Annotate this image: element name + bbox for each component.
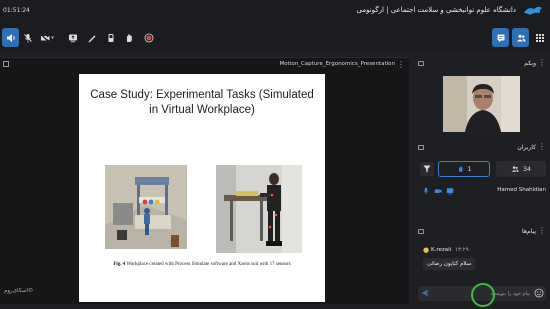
draw-icon: [88, 35, 95, 42]
users-panel: کاربران ⋮ 1 34 Hamed Shahidian: [414, 141, 550, 218]
chat-panel-title: پیام‌ها: [521, 228, 536, 235]
chat-panel-toggle-icon[interactable]: [418, 229, 424, 234]
skyroom-watermark: ©اسکای‌روم: [4, 288, 34, 294]
share-screen-icon: [68, 34, 77, 42]
layout-button[interactable]: [531, 28, 548, 47]
clear-button[interactable]: [102, 28, 119, 47]
chat-message: ● K.rezaii ۱۳:۲۹ سلام کتایون رضائی: [414, 245, 550, 285]
draw-button[interactable]: [83, 28, 100, 47]
presentation-file-name: Motion_Capture_Ergonomics_Presentation: [279, 61, 395, 67]
emoji-icon[interactable]: [534, 288, 544, 298]
clear-icon: [108, 33, 113, 42]
webcam-panel: وبکم ⋮: [414, 57, 550, 139]
speaker-icon: [6, 33, 15, 42]
raise-hand-icon: [126, 33, 132, 42]
slide-title-line-1: Case Study: Experimental Tasks (Simulate…: [90, 89, 314, 101]
mic-button[interactable]: [19, 28, 36, 47]
filter-icon: [423, 165, 431, 173]
figure-caption: Fig. 4 Workplace created with Process Si…: [79, 262, 325, 267]
users-icon: [511, 166, 519, 172]
presenter-icon[interactable]: [446, 187, 454, 195]
xsens-suit-drawing: [216, 165, 302, 253]
toolbar: ▾: [0, 24, 550, 52]
mic-icon[interactable]: [422, 187, 430, 195]
raised-hands-filter-button[interactable]: 1: [438, 161, 490, 177]
top-bar: 01:51:24 دانشگاه علوم توانبخشی و سلامت ا…: [0, 0, 550, 24]
webcam-menu-icon[interactable]: ⋮: [538, 58, 546, 67]
figure-caption-label: Fig. 4: [113, 262, 126, 267]
users-panel-toggle-icon[interactable]: [418, 145, 424, 150]
slide: Case Study: Experimental Tasks (Simulate…: [79, 74, 325, 302]
webcam-panel-toggle-icon[interactable]: [418, 61, 424, 66]
webcam-person-drawing: [443, 76, 520, 132]
presentation-panel: Motion_Capture_Ergonomics_Presentation ⋮…: [0, 57, 409, 304]
users-panel-title: کاربران: [517, 144, 536, 151]
speaker-button[interactable]: [2, 28, 19, 47]
chat-menu-icon[interactable]: ⋮: [538, 226, 546, 235]
chat-toggle-button[interactable]: [492, 28, 509, 47]
webcam-video: [443, 76, 520, 132]
chevron-down-icon: ▾: [51, 34, 54, 41]
send-icon[interactable]: [420, 288, 430, 298]
chat-icon: [497, 34, 504, 42]
chat-message-text: سلام کتایون رضائی: [423, 258, 476, 270]
camera-button[interactable]: ▾: [36, 28, 58, 47]
user-list-item[interactable]: Hamed Shahidian: [414, 185, 550, 197]
filter-button[interactable]: [420, 162, 434, 176]
slide-title: Case Study: Experimental Tasks (Simulate…: [79, 88, 325, 118]
user-avatar-icon: ●: [423, 246, 430, 254]
session-timer: 01:51:24: [3, 7, 30, 14]
figure-caption-text: Workplace created with Process Simulate …: [125, 262, 291, 267]
mic-off-icon: [23, 33, 32, 42]
record-button[interactable]: [140, 28, 157, 47]
presentation-menu-icon[interactable]: ⋮: [397, 60, 405, 69]
record-icon: [144, 33, 153, 42]
workplace-simulation-drawing: [105, 165, 187, 249]
mouse-cursor-highlight: [471, 283, 495, 307]
users-menu-icon[interactable]: ⋮: [538, 142, 546, 151]
user-count: 34: [523, 165, 531, 173]
grid-icon: [535, 33, 544, 42]
users-icon: [516, 34, 525, 41]
raise-hand-button[interactable]: [120, 28, 137, 47]
room-title: دانشگاه علوم توانبخشی و سلامت اجتماعی | …: [356, 6, 516, 14]
webcam-panel-title: وبکم: [524, 60, 536, 67]
workplace-simulation-image: [105, 165, 187, 249]
share-button[interactable]: [64, 28, 81, 47]
chat-message-time: ۱۳:۲۹: [455, 247, 469, 253]
raised-hands-count: 1: [467, 165, 472, 173]
chat-sender-name: K.rezaii: [431, 247, 452, 253]
xsens-suit-photo: [216, 165, 302, 253]
raise-hand-icon: [458, 166, 463, 172]
app-window: 01:51:24 دانشگاه علوم توانبخشی و سلامت ا…: [0, 0, 550, 309]
camera-off-icon: [40, 33, 50, 42]
user-count-button[interactable]: 34: [496, 161, 546, 177]
users-toggle-button[interactable]: [512, 28, 529, 47]
skyroom-logo-icon: [524, 6, 542, 15]
user-name: Hamed Shahidian: [497, 187, 546, 193]
presentation-header: Motion_Capture_Ergonomics_Presentation ⋮: [0, 58, 409, 72]
slide-title-line-2: in Virtual Workplace): [149, 104, 255, 116]
presentation-mode-icon[interactable]: [3, 61, 9, 67]
camera-icon[interactable]: [434, 187, 442, 195]
